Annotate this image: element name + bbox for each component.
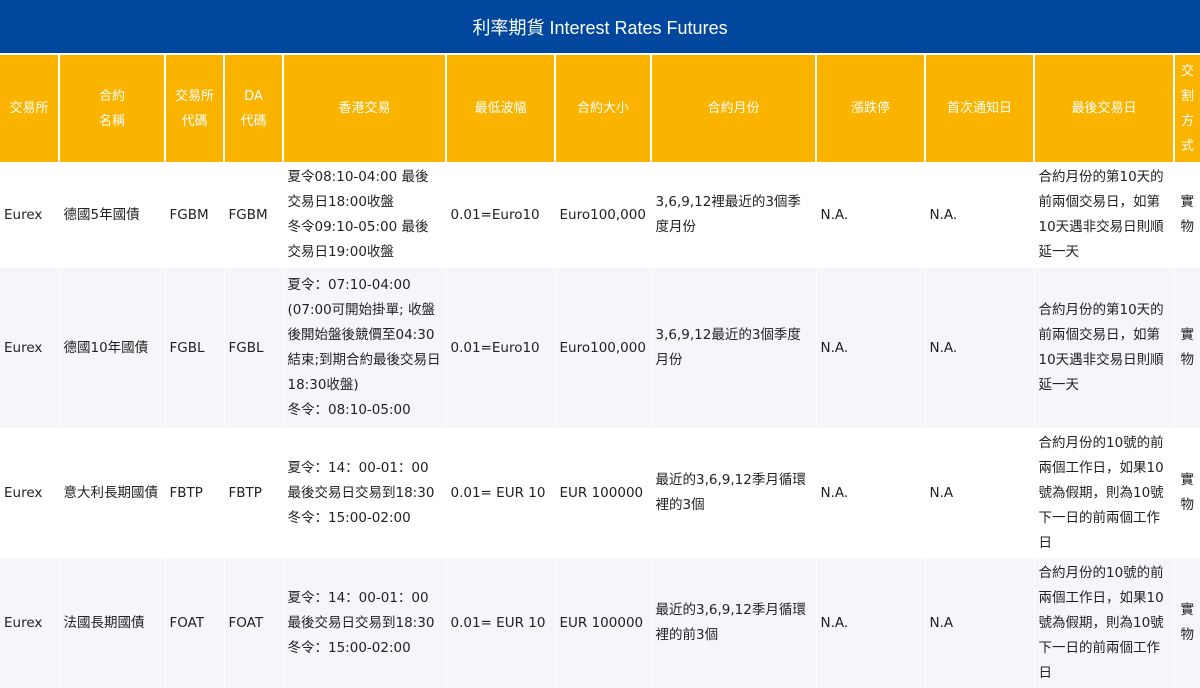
cell-hk-trading: 夏令：14：00-01：00 最後交易日交易到18:30 冬令：15:00-02… — [283, 558, 447, 688]
cell-hk-trading: 夏令：14：00-01：00 最後交易日交易到18:30 冬令：15:00-02… — [283, 428, 447, 558]
cell-limit: N.A. — [816, 162, 926, 268]
cell-settlement: 實物 — [1174, 268, 1200, 428]
cell-min-tick: 0.01= EUR 10 — [446, 558, 556, 688]
header-row: 交易所 合約 名稱 交易所 代碼 DA 代碼 香港交易 最低波幅 合約大小 合約… — [0, 54, 1200, 162]
header-contract-size: 合約大小 — [555, 54, 652, 162]
cell-exchange-code: FOAT — [165, 558, 225, 688]
table-row: Eurex 德國10年國債 FGBL FGBL 夏令：07:10-04:00 (… — [0, 268, 1200, 428]
cell-exchange: Eurex — [0, 268, 60, 428]
cell-first-notice: N.A — [925, 428, 1035, 558]
cell-hk-trading: 夏令08:10-04:00 最後交易日18:00收盤 冬令09:10-05:00… — [283, 162, 447, 268]
header-contract-months: 合約月份 — [651, 54, 817, 162]
cell-contract-months: 3,6,9,12裡最近的3個季度月份 — [651, 162, 817, 268]
header-contract-name: 合約 名稱 — [59, 54, 166, 162]
cell-first-notice: N.A. — [925, 162, 1035, 268]
cell-contract-name: 德國5年國債 — [59, 162, 166, 268]
table-row: Eurex 意大利長期國債 FBTP FBTP 夏令：14：00-01：00 最… — [0, 428, 1200, 558]
cell-contract-name: 德國10年國債 — [59, 268, 166, 428]
cell-settlement: 實物 — [1174, 428, 1200, 558]
cell-limit: N.A. — [816, 428, 926, 558]
cell-last-trading: 合約月份的10號的前兩個工作日，如果10號為假期，則為10號下一日的前兩個工作日 — [1034, 558, 1175, 688]
cell-last-trading: 合約月份的10號的前兩個工作日，如果10號為假期，則為10號下一日的前兩個工作日 — [1034, 428, 1175, 558]
header-limit: 漲跌停 — [816, 54, 926, 162]
cell-contract-months: 3,6,9,12最近的3個季度月份 — [651, 268, 817, 428]
cell-contract-size: EUR 100000 — [555, 558, 652, 688]
cell-exchange-code: FGBM — [165, 162, 225, 268]
table-title: 利率期貨 Interest Rates Futures — [0, 0, 1200, 55]
cell-exchange-code: FBTP — [165, 428, 225, 558]
cell-min-tick: 0.01= EUR 10 — [446, 428, 556, 558]
cell-hk-trading: 夏令：07:10-04:00 (07:00可開始掛單; 收盤後開始盤後競價至04… — [283, 268, 447, 428]
cell-da-code: FOAT — [224, 558, 284, 688]
cell-contract-size: EUR 100000 — [555, 428, 652, 558]
cell-last-trading: 合約月份的第10天的前兩個交易日，如第10天遇非交易日則順延一天 — [1034, 268, 1175, 428]
cell-exchange: Eurex — [0, 558, 60, 688]
cell-min-tick: 0.01=Euro10 — [446, 162, 556, 268]
cell-contract-months: 最近的3,6,9,12季月循環裡的前3個 — [651, 558, 817, 688]
cell-last-trading: 合約月份的第10天的前兩個交易日，如第10天遇非交易日則順延一天 — [1034, 162, 1175, 268]
cell-exchange: Eurex — [0, 162, 60, 268]
cell-exchange: Eurex — [0, 428, 60, 558]
cell-first-notice: N.A. — [925, 268, 1035, 428]
cell-da-code: FGBL — [224, 268, 284, 428]
cell-contract-size: Euro100,000 — [555, 162, 652, 268]
header-settlement: 交 割 方 式 — [1174, 54, 1200, 162]
header-da-code: DA 代碼 — [224, 54, 284, 162]
cell-da-code: FBTP — [224, 428, 284, 558]
header-last-trading: 最後交易日 — [1034, 54, 1175, 162]
cell-settlement: 實物 — [1174, 558, 1200, 688]
cell-settlement: 實物 — [1174, 162, 1200, 268]
header-exchange: 交易所 — [0, 54, 60, 162]
cell-contract-months: 最近的3,6,9,12季月循環裡的3個 — [651, 428, 817, 558]
futures-table-page: 利率期貨 Interest Rates Futures 交易所 合約 名稱 交易… — [0, 0, 1200, 688]
table-row: Eurex 德國5年國債 FGBM FGBM 夏令08:10-04:00 最後交… — [0, 162, 1200, 268]
cell-limit: N.A. — [816, 268, 926, 428]
futures-table: 利率期貨 Interest Rates Futures 交易所 合約 名稱 交易… — [0, 0, 1200, 688]
cell-exchange-code: FGBL — [165, 268, 225, 428]
cell-contract-name: 法國長期國債 — [59, 558, 166, 688]
table-row: Eurex 法國長期國債 FOAT FOAT 夏令：14：00-01：00 最後… — [0, 558, 1200, 688]
header-hk-trading: 香港交易 — [283, 54, 447, 162]
header-exchange-code: 交易所 代碼 — [165, 54, 225, 162]
cell-first-notice: N.A — [925, 558, 1035, 688]
cell-contract-size: Euro100,000 — [555, 268, 652, 428]
cell-min-tick: 0.01=Euro10 — [446, 268, 556, 428]
cell-da-code: FGBM — [224, 162, 284, 268]
title-row: 利率期貨 Interest Rates Futures — [0, 0, 1200, 55]
cell-contract-name: 意大利長期國債 — [59, 428, 166, 558]
header-min-tick: 最低波幅 — [446, 54, 556, 162]
cell-limit: N.A. — [816, 558, 926, 688]
header-first-notice: 首次通知日 — [925, 54, 1035, 162]
